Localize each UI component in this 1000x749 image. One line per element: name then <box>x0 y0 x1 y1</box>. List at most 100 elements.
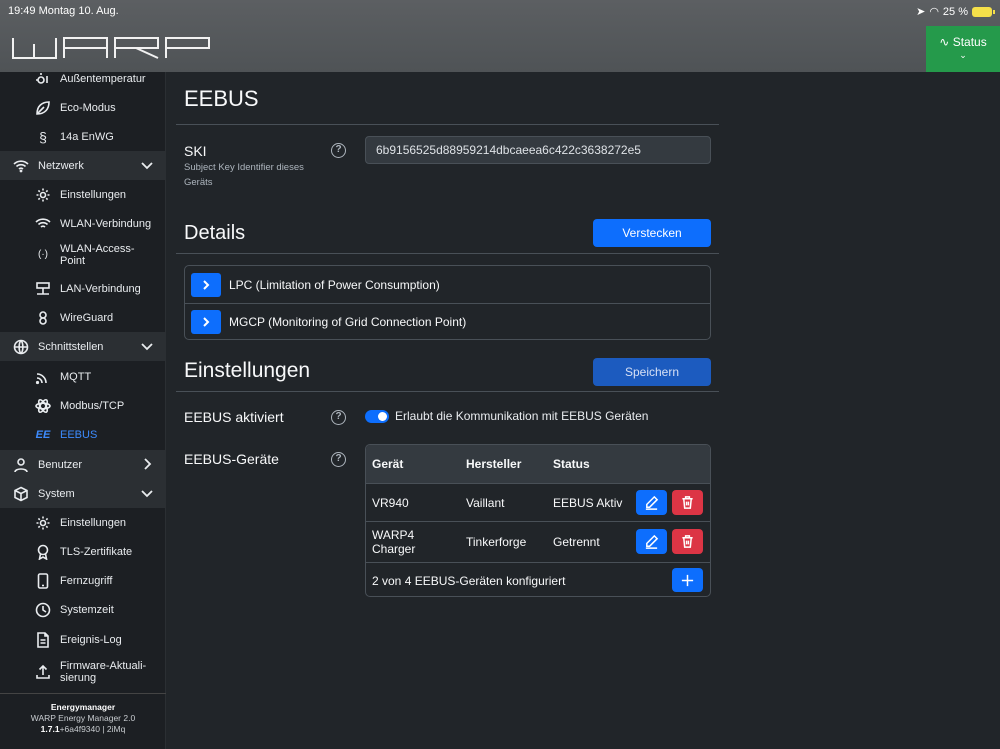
eebus-enabled-label: EEBUS aktiviert <box>184 409 284 425</box>
eebus-devices-help-icon[interactable]: ? <box>331 452 346 467</box>
sidebar-item-lan-verbindung[interactable]: LAN-Verbindung <box>0 274 166 303</box>
sidebar-item-modbus-tcp[interactable]: Modbus/TCP <box>0 391 166 420</box>
save-button[interactable]: Speichern <box>593 358 711 386</box>
sidebar-item-14a-enwg[interactable]: § 14a EnWG <box>0 122 166 151</box>
paragraph-icon: § <box>39 128 47 145</box>
sidebar-item-label: Einstellungen <box>60 188 127 201</box>
delete-device-button[interactable] <box>672 490 703 515</box>
sidebar-item-label: Firmware-Aktuali-sierung <box>60 659 147 684</box>
chevron-down-icon: ⌄ <box>959 50 967 60</box>
column-header-vendor: Hersteller <box>466 457 522 471</box>
chevron-right-icon[interactable] <box>191 272 221 297</box>
status-cell: Getrennt <box>553 535 600 549</box>
sidebar-item-ereignis-log[interactable]: Ereignis-Log <box>0 625 166 654</box>
sidebar-group-benutzer[interactable]: Benutzer <box>0 450 166 479</box>
hide-details-button[interactable]: Verstecken <box>593 219 711 247</box>
vendor-cell: Vaillant <box>466 496 505 510</box>
sidebar-item-wlan-access-point[interactable]: (·) WLAN-Access-Point <box>0 240 166 269</box>
eebus-icon: EE <box>35 428 51 441</box>
eebus-devices-label: EEBUS-Geräte <box>184 451 279 467</box>
sidebar-item-label: Fernzugriff <box>60 574 113 587</box>
sidebar-item-label: WLAN-Access-Point <box>60 242 135 267</box>
ski-label: SKI <box>184 143 207 159</box>
table-row: VR940 Vaillant EEBUS Aktiv <box>366 483 710 521</box>
sidebar-item-mqtt[interactable]: MQTT <box>0 362 166 391</box>
accordion-label: MGCP (Monitoring of Grid Connection Poin… <box>229 315 467 329</box>
plus-icon <box>681 574 694 586</box>
accordion-item-lpc[interactable]: LPC (Limitation of Power Consumption) <box>185 266 710 303</box>
firmware-version: 1.7.1 <box>40 724 60 734</box>
gear-icon <box>34 514 52 532</box>
edit-device-button[interactable] <box>636 490 667 515</box>
sidebar-item-systemzeit[interactable]: Systemzeit <box>0 595 166 624</box>
device-name-cell: VR940 <box>372 496 409 510</box>
status-cell: EEBUS Aktiv <box>553 496 623 510</box>
file-text-icon <box>34 631 52 649</box>
smartphone-icon <box>34 572 52 590</box>
sidebar-item-wireguard[interactable]: WireGuard <box>0 303 166 332</box>
divider <box>176 253 719 254</box>
sun-thermometer-icon <box>34 70 52 88</box>
sidebar-group-netzwerk[interactable]: Netzwerk <box>0 151 166 180</box>
accordion-item-mgcp[interactable]: MGCP (Monitoring of Grid Connection Poin… <box>185 303 710 339</box>
edit-device-button[interactable] <box>636 529 667 554</box>
sidebar-item-tls-zertifikate[interactable]: TLS-Zertifikate <box>0 537 166 566</box>
sidebar: Außentemperatur Eco-Modus § 14a EnWG Net… <box>0 72 166 749</box>
upload-icon <box>34 663 52 681</box>
add-device-button[interactable] <box>672 568 703 592</box>
details-heading: Details <box>184 222 246 244</box>
sidebar-item-label: LAN-Verbindung <box>60 282 141 295</box>
sidebar-item-label: WLAN-Verbindung <box>60 217 152 230</box>
chevron-down-icon <box>140 339 154 353</box>
page-title: EEBUS <box>184 86 259 111</box>
mqtt-icon <box>34 368 52 386</box>
column-header-device: Gerät <box>372 457 404 471</box>
eebus-enabled-toggle[interactable] <box>365 410 389 423</box>
sidebar-group-system[interactable]: System <box>0 479 166 508</box>
eebus-enabled-description: Erlaubt die Kommunikation mit EEBUS Gerä… <box>395 409 649 423</box>
sidebar-item-label: EEBUS <box>60 428 98 441</box>
clock-icon <box>34 601 52 619</box>
pencil-icon <box>645 495 659 510</box>
devices-count-text: 2 von 4 EEBUS-Geräten konfiguriert <box>372 574 566 588</box>
wifi-icon: ◠ <box>929 6 939 18</box>
sidebar-item-system-einstellungen[interactable]: Einstellungen <box>0 508 166 537</box>
sidebar-group-schnittstellen[interactable]: Schnittstellen <box>0 332 166 361</box>
device-model: WARP Energy Manager 2.0 <box>30 713 136 723</box>
sidebar-footer: Energymanager WARP Energy Manager 2.0 1.… <box>0 693 166 749</box>
sidebar-item-label: Einstellungen <box>60 516 127 529</box>
status-label: Status <box>952 35 987 49</box>
box-icon <box>12 485 30 503</box>
sidebar-item-firmware-aktualisierung[interactable]: Firmware-Aktuali-sierung <box>0 657 166 686</box>
chevron-right-icon <box>140 457 154 471</box>
sidebar-item-wlan-verbindung[interactable]: WLAN-Verbindung <box>0 209 166 238</box>
atom-icon <box>34 397 52 415</box>
leaf-icon <box>34 99 52 117</box>
ski-help-icon[interactable]: ? <box>331 143 346 158</box>
settings-heading: Einstellungen <box>184 359 311 382</box>
main-content: EEBUS SKI Subject Key Identifier dieses … <box>166 72 1000 749</box>
ski-description: Subject Key Identifier dieses Geräts <box>184 162 304 188</box>
chevron-right-icon[interactable] <box>191 310 221 334</box>
wifi-icon <box>34 215 52 233</box>
sidebar-item-fernzugriff[interactable]: Fernzugriff <box>0 566 166 595</box>
eebus-enabled-help-icon[interactable]: ? <box>331 410 346 425</box>
battery-icon <box>972 6 995 17</box>
details-accordion: LPC (Limitation of Power Consumption) MG… <box>184 265 711 340</box>
sidebar-item-eebus[interactable]: EE EEBUS <box>0 420 166 449</box>
sidebar-item-eco-modus[interactable]: Eco-Modus <box>0 93 166 122</box>
ios-time-date: 19:49 Montag 10. Aug. <box>8 5 119 17</box>
pencil-icon <box>645 534 659 549</box>
device-name: Energymanager <box>50 702 116 712</box>
accordion-label: LPC (Limitation of Power Consumption) <box>229 277 440 292</box>
delete-device-button[interactable] <box>672 529 703 554</box>
sidebar-item-aussentemperatur[interactable]: Außentemperatur <box>0 64 166 93</box>
location-icon: ➤ <box>916 6 926 18</box>
status-button[interactable]: ∿ Status ⌄ <box>926 26 1000 72</box>
sidebar-item-label: Eco-Modus <box>60 101 116 114</box>
wireguard-icon <box>34 309 52 327</box>
ski-field[interactable] <box>365 136 711 164</box>
broadcast-icon: (·) <box>38 248 48 260</box>
sidebar-item-netzwerk-einstellungen[interactable]: Einstellungen <box>0 180 166 209</box>
sidebar-item-label: Benutzer <box>38 458 83 471</box>
